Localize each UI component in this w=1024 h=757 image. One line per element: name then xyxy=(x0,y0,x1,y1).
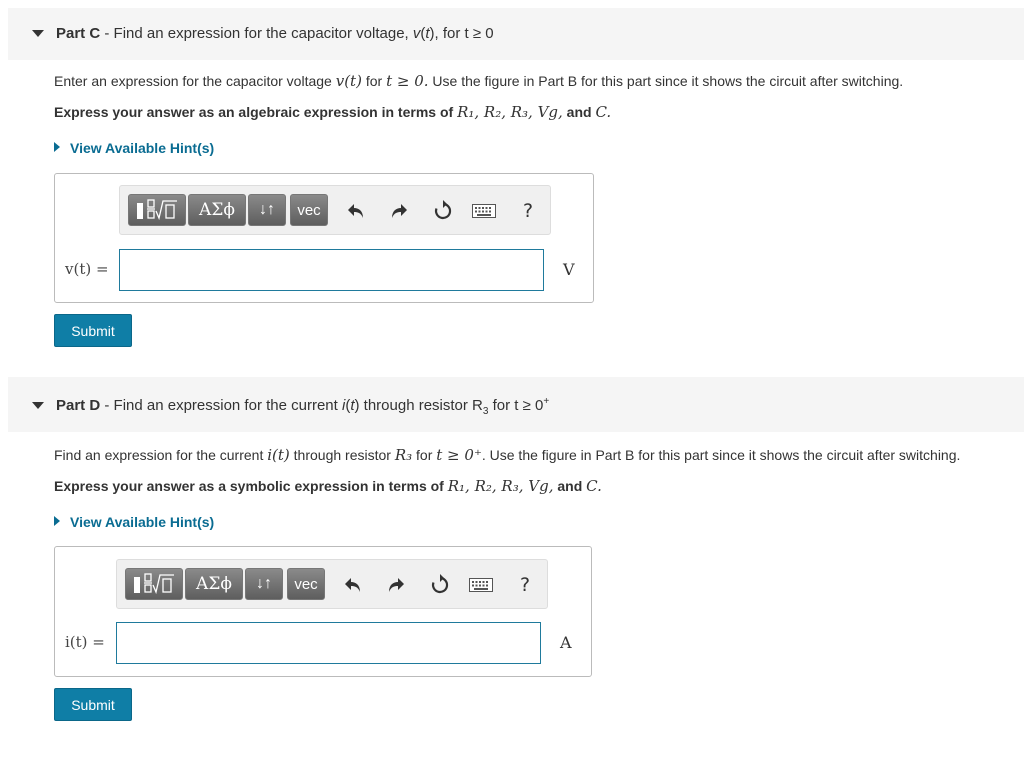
part-c-submit-button[interactable]: Submit xyxy=(54,314,132,347)
part-c-header[interactable]: Part C - Find an expression for the capa… xyxy=(8,8,1024,60)
help-icon[interactable]: ? xyxy=(511,571,539,599)
part-c-prompt: Enter an expression for the capacitor vo… xyxy=(54,72,904,90)
vector-button[interactable]: vec xyxy=(287,568,325,600)
expand-arrow-icon xyxy=(54,516,60,526)
part-c-unit: V xyxy=(563,260,575,279)
collapse-caret-icon[interactable] xyxy=(32,30,44,37)
part-d-hint-link[interactable]: View Available Hint(s) xyxy=(54,514,214,530)
redo-icon[interactable] xyxy=(385,197,413,225)
undo-icon[interactable] xyxy=(342,197,370,225)
part-d-answer-input[interactable] xyxy=(116,622,541,664)
templates-icon xyxy=(134,573,174,595)
keyboard-icon[interactable] xyxy=(467,571,495,599)
keyboard-icon[interactable] xyxy=(470,197,498,225)
vector-button[interactable]: vec xyxy=(290,194,328,226)
part-d-answer-label: i(t) = xyxy=(65,633,105,651)
part-c-title: Part C - Find an expression for the capa… xyxy=(56,25,494,42)
part-d-submit-button[interactable]: Submit xyxy=(54,688,132,721)
help-icon[interactable]: ? xyxy=(514,197,542,225)
arrows-button[interactable]: ↓↑ xyxy=(245,568,283,600)
part-c-answer-label: v(t) = xyxy=(65,260,109,278)
part-d-unit: A xyxy=(560,633,572,652)
part-d-header[interactable]: Part D - Find an expression for the curr… xyxy=(8,377,1024,432)
undo-icon[interactable] xyxy=(339,571,367,599)
reset-icon[interactable] xyxy=(426,571,454,599)
part-c-hint-link[interactable]: View Available Hint(s) xyxy=(54,140,214,156)
part-d-instruction: Express your answer as a symbolic expres… xyxy=(54,477,602,495)
reset-icon[interactable] xyxy=(429,197,457,225)
part-d-answer-box: ΑΣϕ ↓↑ vec ? i(t) = A xyxy=(54,546,592,677)
collapse-caret-icon[interactable] xyxy=(32,402,44,409)
part-d-prompt: Find an expression for the current i(t) … xyxy=(54,446,961,464)
greek-symbols-button[interactable]: ΑΣϕ xyxy=(185,568,243,600)
part-c-answer-box: ΑΣϕ ↓↑ vec ? v(t) = V xyxy=(54,173,594,303)
math-toolbar: ΑΣϕ ↓↑ vec ? xyxy=(116,559,548,609)
part-c-answer-input[interactable] xyxy=(119,249,544,291)
expand-arrow-icon xyxy=(54,142,60,152)
arrows-button[interactable]: ↓↑ xyxy=(248,194,286,226)
templates-button[interactable] xyxy=(125,568,183,600)
part-c-instruction: Express your answer as an algebraic expr… xyxy=(54,103,612,121)
greek-symbols-button[interactable]: ΑΣϕ xyxy=(188,194,246,226)
redo-icon[interactable] xyxy=(382,571,410,599)
templates-button[interactable] xyxy=(128,194,186,226)
templates-icon xyxy=(137,199,177,221)
math-toolbar: ΑΣϕ ↓↑ vec ? xyxy=(119,185,551,235)
part-d-title: Part D - Find an expression for the curr… xyxy=(56,396,550,417)
